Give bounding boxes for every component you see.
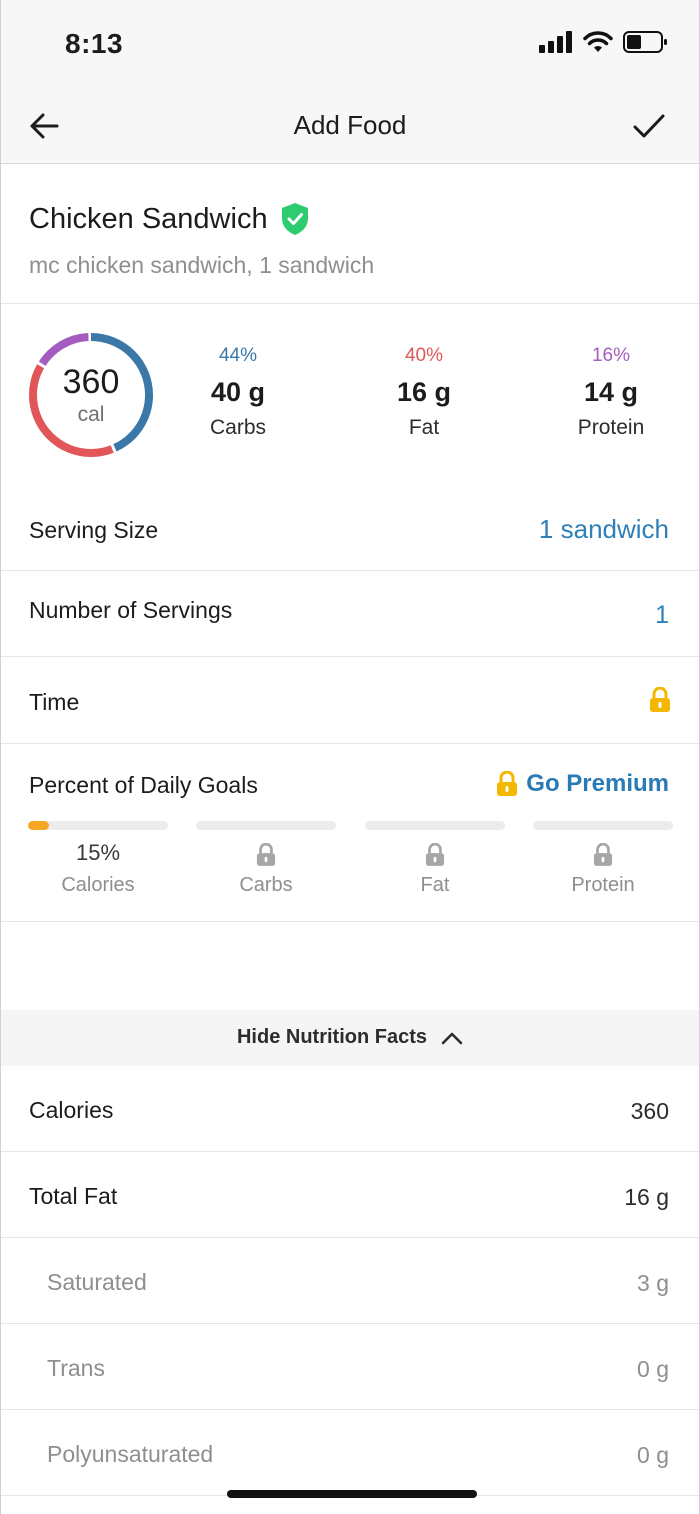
goal-carbs-label: Carbs bbox=[239, 874, 293, 896]
carbs-goal-bar bbox=[196, 821, 336, 830]
goal-calories-label: Calories bbox=[61, 874, 135, 896]
macro-protein-label: Protein bbox=[577, 416, 645, 439]
battery-icon bbox=[623, 31, 667, 53]
food-name: Chicken Sandwich bbox=[29, 202, 268, 235]
verified-shield-icon bbox=[281, 203, 308, 235]
nutrition-value: 3 g bbox=[637, 1270, 669, 1296]
nutrition-row-polyunsaturated: Polyunsaturated 0 g bbox=[1, 1410, 699, 1496]
number-of-servings-label: Number of Servings bbox=[29, 597, 233, 623]
serving-size-value[interactable]: 1 sandwich bbox=[539, 514, 669, 545]
protein-goal-bar bbox=[533, 821, 673, 830]
goal-fat-label: Fat bbox=[420, 874, 450, 896]
calorie-unit: cal bbox=[77, 403, 105, 426]
lock-icon bbox=[593, 843, 613, 866]
food-header: Chicken Sandwich mc chicken sandwich, 1 … bbox=[1, 164, 699, 304]
serving-size-row[interactable]: Serving Size 1 sandwich bbox=[1, 490, 699, 571]
number-of-servings-value[interactable]: 1 bbox=[655, 601, 669, 630]
status-icons bbox=[539, 30, 669, 54]
screen: 8:13 Add Food Chicken Sandwich mc chicke… bbox=[0, 0, 700, 1514]
daily-goals-section: Percent of Daily Goals Go Premium 15% Ca… bbox=[1, 744, 699, 922]
food-name-row: Chicken Sandwich bbox=[29, 202, 310, 236]
calorie-value: 360 bbox=[62, 363, 120, 401]
hide-nutrition-facts-label: Hide Nutrition Facts bbox=[236, 1026, 427, 1048]
lock-icon bbox=[256, 843, 276, 866]
macro-protein-grams: 14 g bbox=[583, 377, 639, 407]
go-premium-label: Go Premium bbox=[526, 770, 669, 797]
nutrition-row-saturated: Saturated 3 g bbox=[1, 1238, 699, 1324]
macro-fat-percent: 40% bbox=[404, 345, 444, 366]
nutrition-label: Calories bbox=[29, 1097, 114, 1123]
macro-carbs-percent: 44% bbox=[218, 345, 258, 366]
nutrition-value: 0 g bbox=[637, 1442, 669, 1468]
macro-fat-label: Fat bbox=[408, 416, 440, 439]
goal-fat: Fat bbox=[365, 840, 505, 897]
lock-icon bbox=[425, 843, 445, 866]
nutrition-row-trans: Trans 0 g bbox=[1, 1324, 699, 1410]
macro-carbs: 44% 40 g Carbs bbox=[168, 345, 308, 440]
chevron-up-icon bbox=[441, 1032, 463, 1044]
nutrition-label: Trans bbox=[47, 1355, 105, 1381]
nutrition-value: 16 g bbox=[624, 1184, 669, 1210]
status-bar: 8:13 bbox=[1, 0, 699, 88]
macro-protein-percent: 16% bbox=[591, 345, 631, 366]
daily-goals-title: Percent of Daily Goals bbox=[29, 772, 258, 798]
nutrition-label: Saturated bbox=[47, 1269, 147, 1295]
wifi-icon bbox=[583, 31, 613, 52]
cellular-signal-icon bbox=[539, 31, 572, 53]
home-indicator bbox=[227, 1490, 477, 1498]
fat-goal-bar bbox=[365, 821, 505, 830]
status-time: 8:13 bbox=[65, 28, 124, 59]
calories-goal-bar bbox=[28, 821, 168, 830]
nutrition-value: 360 bbox=[630, 1098, 669, 1124]
serving-size-label: Serving Size bbox=[29, 517, 159, 543]
number-of-servings-row[interactable]: Number of Servings 1 bbox=[1, 571, 699, 657]
hide-nutrition-facts-button[interactable]: Hide Nutrition Facts bbox=[1, 1010, 699, 1066]
macro-carbs-grams: 40 g bbox=[210, 377, 266, 407]
page-title: Add Food bbox=[293, 110, 407, 140]
nutrition-label: Polyunsaturated bbox=[47, 1441, 214, 1467]
time-label: Time bbox=[29, 689, 80, 715]
nutrition-value: 0 g bbox=[637, 1356, 669, 1382]
macro-fat: 40% 16 g Fat bbox=[354, 345, 494, 440]
nutrition-row-calories: Calories 360 bbox=[1, 1066, 699, 1152]
nutrition-label: Total Fat bbox=[29, 1183, 118, 1209]
go-premium-button[interactable]: Go Premium bbox=[496, 770, 669, 798]
goal-calories-value: 15% bbox=[75, 840, 121, 865]
macro-carbs-label: Carbs bbox=[209, 416, 267, 439]
goal-protein-label: Protein bbox=[571, 874, 635, 896]
nutrition-row-total-fat: Total Fat 16 g bbox=[1, 1152, 699, 1238]
macro-fat-grams: 16 g bbox=[396, 377, 452, 407]
goal-protein: Protein bbox=[533, 840, 673, 897]
macro-protein: 16% 14 g Protein bbox=[541, 345, 681, 440]
calories-goal-bar-fill bbox=[28, 821, 49, 830]
lock-icon bbox=[497, 771, 518, 796]
time-row[interactable]: Time bbox=[1, 657, 699, 744]
goal-carbs: Carbs bbox=[196, 840, 336, 897]
lock-icon bbox=[650, 687, 670, 712]
checkmark-icon[interactable] bbox=[629, 106, 669, 146]
nav-bar: Add Food bbox=[1, 88, 699, 164]
goal-calories: 15% Calories bbox=[28, 840, 168, 897]
macro-summary: 360 cal 44% 40 g Carbs 40% 16 g Fat 16% … bbox=[1, 305, 699, 490]
food-description: mc chicken sandwich, 1 sandwich bbox=[29, 252, 375, 278]
